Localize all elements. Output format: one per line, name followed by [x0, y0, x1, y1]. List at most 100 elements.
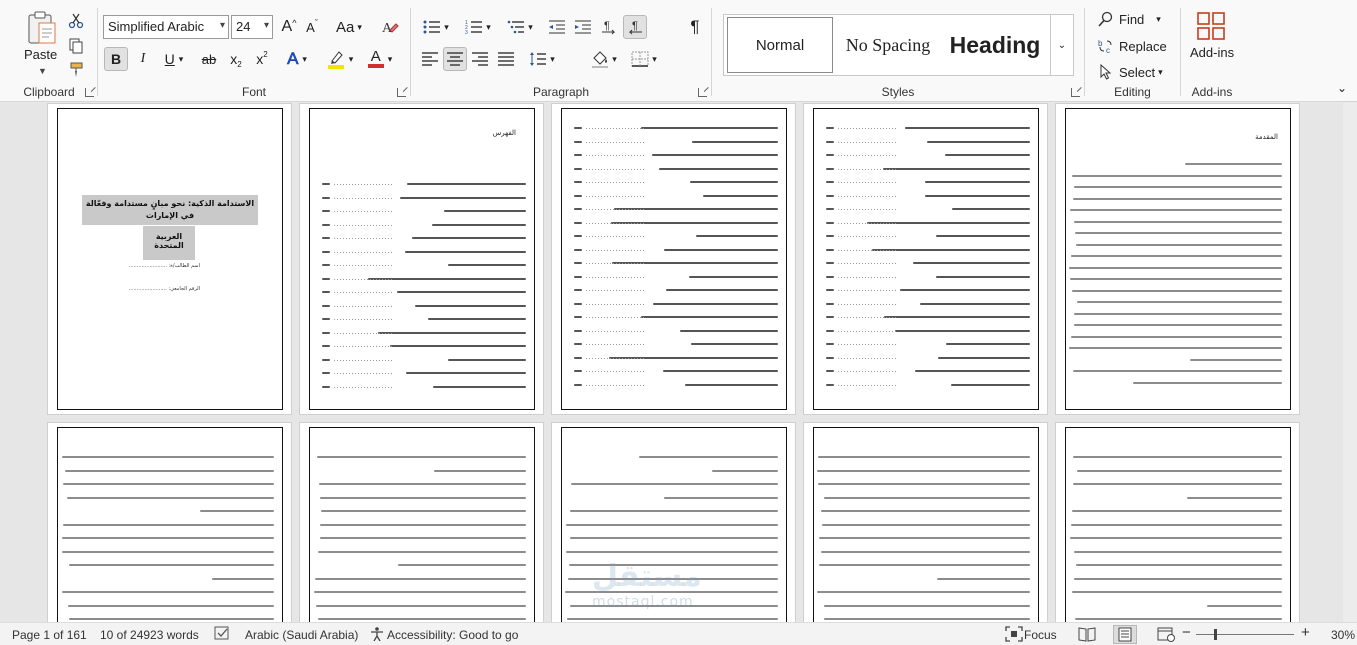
zoom-in-button[interactable]: +: [1301, 624, 1310, 641]
bold-button[interactable]: B: [104, 47, 128, 71]
format-painter-button[interactable]: [65, 59, 87, 81]
language-indicator[interactable]: Arabic (Saudi Arabia): [245, 628, 358, 642]
focus-button[interactable]: Focus: [1024, 628, 1057, 642]
style-normal[interactable]: Normal: [727, 17, 833, 73]
page-thumbnail[interactable]: [47, 422, 292, 622]
bullets-button[interactable]: ▾: [418, 15, 454, 39]
text-line: [663, 496, 778, 499]
text-line: [322, 210, 330, 212]
text-effects-label: A: [287, 49, 299, 69]
copy-button[interactable]: [65, 35, 87, 57]
zoom-slider[interactable]: [1196, 634, 1294, 635]
text-line: [574, 302, 582, 305]
find-label: Find: [1119, 11, 1145, 27]
change-case-button[interactable]: Aa ▾: [332, 15, 366, 39]
page-thumbnail[interactable]: المقدمة: [1055, 103, 1300, 415]
superscript-button[interactable]: x2: [250, 47, 274, 71]
underline-button[interactable]: U ▾: [156, 47, 192, 71]
cut-button[interactable]: [65, 10, 87, 32]
style-no-spacing[interactable]: No Spacing: [836, 17, 940, 73]
dialog-launcher-icon[interactable]: [85, 88, 94, 97]
text-line: [322, 385, 330, 388]
text-line: [318, 483, 526, 485]
scissors-icon: [68, 13, 84, 29]
align-right-button[interactable]: [468, 47, 492, 71]
align-center-button[interactable]: [443, 47, 467, 71]
page-count[interactable]: Page 1 of 161: [12, 628, 87, 642]
page-thumbnail[interactable]: [299, 422, 544, 622]
borders-button[interactable]: ▾: [626, 47, 662, 71]
show-marks-button[interactable]: ¶: [683, 15, 707, 39]
text-line: [894, 329, 1030, 332]
subscript-button[interactable]: x2: [224, 47, 248, 71]
italic-button[interactable]: I: [132, 47, 154, 71]
text-line: [1075, 243, 1282, 246]
accessibility-status[interactable]: Accessibility: Good to go: [387, 628, 518, 642]
justify-button[interactable]: [494, 47, 518, 71]
highlight-color-button[interactable]: ▾: [322, 47, 358, 71]
text-effects-button[interactable]: A ▾: [280, 47, 314, 71]
toc-leader: [334, 265, 394, 266]
select-button[interactable]: Select ▾: [1097, 62, 1163, 82]
font-family-select[interactable]: Simplified Arabic ▾: [103, 15, 229, 39]
style-heading[interactable]: Heading: [942, 17, 1048, 73]
page-thumbnail[interactable]: [551, 422, 796, 622]
numbering-button[interactable]: 123 ▾: [460, 15, 496, 39]
grow-font-button[interactable]: A ^: [278, 15, 300, 39]
replace-button[interactable]: bc Replace: [1097, 36, 1167, 56]
text-line: [826, 248, 834, 251]
styles-more-button[interactable]: ⌄: [1050, 15, 1073, 75]
toc-leader: [838, 303, 898, 305]
zoom-out-button[interactable]: −: [1182, 624, 1191, 641]
status-bar: Page 1 of 161 10 of 24923 words Arabic (…: [0, 622, 1357, 645]
rtl-direction-button[interactable]: ¶: [623, 15, 647, 39]
multilevel-list-button[interactable]: ▾: [502, 15, 538, 39]
page-thumbnail[interactable]: [803, 103, 1048, 415]
page-thumbnail[interactable]: [551, 103, 796, 415]
chevron-down-icon: ▾: [612, 53, 617, 64]
text-line: [448, 358, 526, 361]
word-count[interactable]: 10 of 24923 words: [100, 628, 199, 642]
read-mode-icon[interactable]: [1078, 626, 1096, 645]
dialog-launcher-icon[interactable]: [1071, 88, 1080, 97]
shading-button[interactable]: ▾: [586, 47, 622, 71]
font-color-button[interactable]: A ▾: [362, 47, 398, 71]
chevron-down-icon: ▾: [1158, 66, 1163, 77]
increase-indent-button[interactable]: [571, 15, 595, 39]
document-canvas[interactable]: الاستدامة الذكية: نحو مبانٍ مستدامة وفعّ…: [0, 103, 1357, 622]
text-line: [823, 604, 1030, 607]
page-thumbnail[interactable]: الفهرس: [299, 103, 544, 415]
page-thumbnail[interactable]: [803, 422, 1048, 622]
text-line: [62, 591, 274, 593]
text-line: [1071, 174, 1282, 177]
clear-formatting-button[interactable]: A: [378, 15, 402, 39]
dialog-launcher-icon[interactable]: [397, 88, 406, 97]
ltr-direction-button[interactable]: ¶: [597, 15, 621, 39]
addins-button-label: Add-ins: [1190, 45, 1235, 60]
font-size-select[interactable]: 24 ▾: [231, 15, 273, 39]
line-spacing-button[interactable]: ▾: [524, 47, 560, 71]
text-line: [826, 370, 834, 372]
text-line: [944, 154, 1030, 156]
proofing-icon[interactable]: [214, 626, 232, 645]
find-button[interactable]: Find ▾: [1097, 9, 1161, 29]
page-thumbnail[interactable]: الاستدامة الذكية: نحو مبانٍ مستدامة وفعّ…: [47, 103, 292, 415]
vertical-scrollbar[interactable]: [1343, 103, 1357, 622]
dialog-launcher-icon[interactable]: [698, 88, 707, 97]
text-line: [574, 316, 582, 318]
strikethrough-button[interactable]: ab: [197, 47, 221, 71]
page-thumbnail[interactable]: [1055, 422, 1300, 622]
text-line: [565, 550, 778, 553]
web-layout-icon[interactable]: [1157, 626, 1175, 645]
zoom-level[interactable]: 30%: [1331, 628, 1355, 642]
shrink-font-button[interactable]: Aˇ: [301, 15, 323, 39]
print-layout-button[interactable]: [1113, 625, 1137, 644]
copy-icon: [69, 38, 83, 54]
toc-leader: [586, 290, 646, 291]
collapse-ribbon-button[interactable]: ⌄: [1334, 80, 1350, 96]
zoom-slider-thumb[interactable]: [1214, 629, 1217, 640]
cover-student-field: اسم الطالب/ة: ........................: [128, 263, 200, 269]
align-left-button[interactable]: [418, 47, 442, 71]
text-line: [817, 469, 1030, 472]
decrease-indent-button[interactable]: [545, 15, 569, 39]
